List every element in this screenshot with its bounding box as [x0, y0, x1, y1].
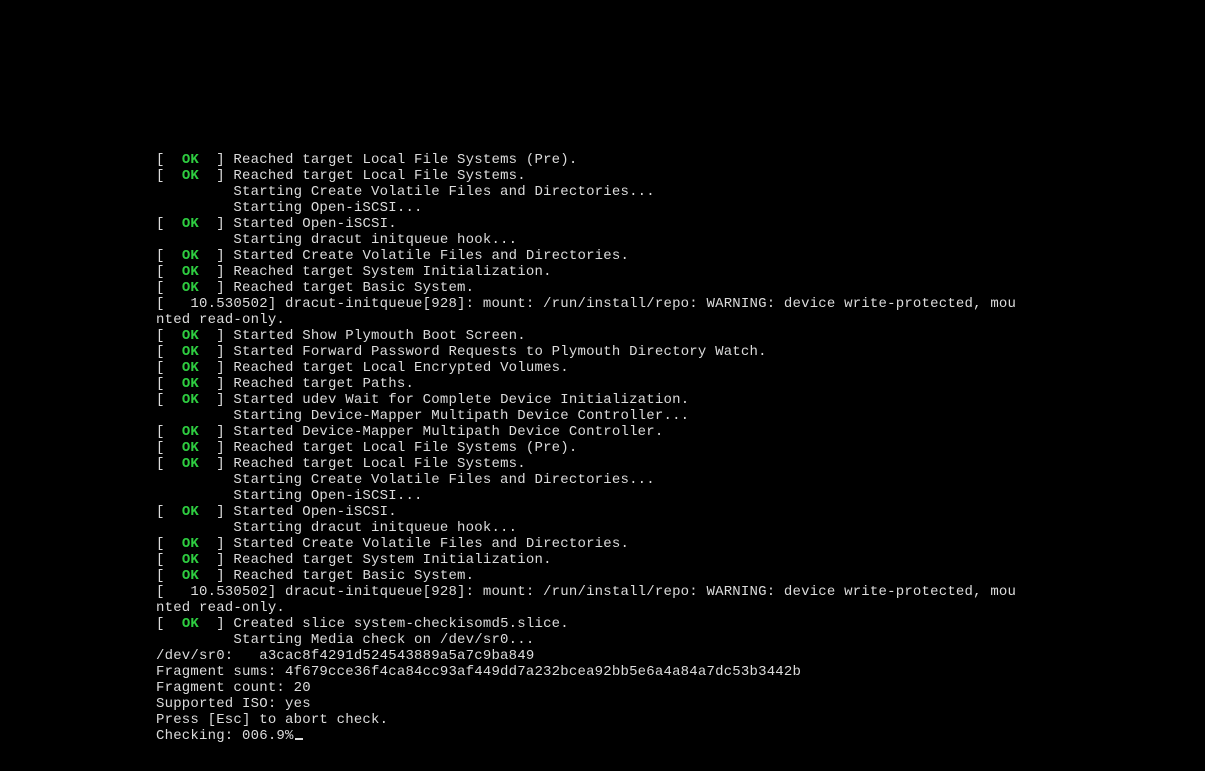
status-ok: OK	[182, 376, 199, 392]
terminal-line: Starting dracut initqueue hook...	[156, 232, 1205, 248]
terminal-line: [ OK ] Reached target System Initializat…	[156, 264, 1205, 280]
terminal-line: Starting dracut initqueue hook...	[156, 520, 1205, 536]
status-ok: OK	[182, 552, 199, 568]
terminal-line: Starting Media check on /dev/sr0...	[156, 632, 1205, 648]
terminal-line: [ OK ] Reached target Local File Systems…	[156, 152, 1205, 168]
terminal-line: Press [Esc] to abort check.	[156, 712, 1205, 728]
terminal-line: [ OK ] Started Device-Mapper Multipath D…	[156, 424, 1205, 440]
terminal-line: [ OK ] Reached target Local File Systems…	[156, 440, 1205, 456]
terminal-line: Starting Create Volatile Files and Direc…	[156, 184, 1205, 200]
status-ok: OK	[182, 344, 199, 360]
terminal-line: [ OK ] Reached target Local File Systems…	[156, 168, 1205, 184]
terminal-line: [ OK ] Started Show Plymouth Boot Screen…	[156, 328, 1205, 344]
terminal-line: Supported ISO: yes	[156, 696, 1205, 712]
terminal-line: [ OK ] Started Create Volatile Files and…	[156, 248, 1205, 264]
status-ok: OK	[182, 264, 199, 280]
terminal-line: Fragment count: 20	[156, 680, 1205, 696]
terminal-line: [ 10.530502] dracut-initqueue[928]: moun…	[156, 296, 1205, 312]
status-ok: OK	[182, 280, 199, 296]
status-ok: OK	[182, 504, 199, 520]
terminal-line: [ OK ] Started Open-iSCSI.	[156, 216, 1205, 232]
status-ok: OK	[182, 152, 199, 168]
terminal-line: Starting Open-iSCSI...	[156, 200, 1205, 216]
status-ok: OK	[182, 536, 199, 552]
terminal-line: [ OK ] Started Open-iSCSI.	[156, 504, 1205, 520]
terminal-line: [ OK ] Started Forward Password Requests…	[156, 344, 1205, 360]
terminal-line: Starting Create Volatile Files and Direc…	[156, 472, 1205, 488]
terminal-line: Checking: 006.9%	[156, 728, 1205, 744]
terminal-line: [ OK ] Started Create Volatile Files and…	[156, 536, 1205, 552]
status-ok: OK	[182, 616, 199, 632]
terminal-line: [ OK ] Reached target Basic System.	[156, 568, 1205, 584]
terminal-line: Starting Device-Mapper Multipath Device …	[156, 408, 1205, 424]
terminal-line: [ OK ] Reached target System Initializat…	[156, 552, 1205, 568]
terminal-line: nted read-only.	[156, 312, 1205, 328]
terminal-line: Starting Open-iSCSI...	[156, 488, 1205, 504]
terminal-line: [ OK ] Reached target Paths.	[156, 376, 1205, 392]
status-ok: OK	[182, 216, 199, 232]
terminal-line: [ OK ] Reached target Local Encrypted Vo…	[156, 360, 1205, 376]
status-ok: OK	[182, 248, 199, 264]
terminal-line: /dev/sr0: a3cac8f4291d524543889a5a7c9ba8…	[156, 648, 1205, 664]
status-ok: OK	[182, 392, 199, 408]
terminal-line: [ OK ] Reached target Basic System.	[156, 280, 1205, 296]
terminal-line: [ OK ] Reached target Local File Systems…	[156, 456, 1205, 472]
terminal-line: nted read-only.	[156, 600, 1205, 616]
cursor	[295, 738, 303, 740]
boot-terminal: [ OK ] Reached target Local File Systems…	[156, 152, 1205, 744]
status-ok: OK	[182, 168, 199, 184]
terminal-line: [ 10.530502] dracut-initqueue[928]: moun…	[156, 584, 1205, 600]
status-ok: OK	[182, 440, 199, 456]
status-ok: OK	[182, 424, 199, 440]
status-ok: OK	[182, 456, 199, 472]
status-ok: OK	[182, 360, 199, 376]
terminal-line: [ OK ] Started udev Wait for Complete De…	[156, 392, 1205, 408]
status-ok: OK	[182, 328, 199, 344]
terminal-line: Fragment sums: 4f679cce36f4ca84cc93af449…	[156, 664, 1205, 680]
status-ok: OK	[182, 568, 199, 584]
terminal-line: [ OK ] Created slice system-checkisomd5.…	[156, 616, 1205, 632]
